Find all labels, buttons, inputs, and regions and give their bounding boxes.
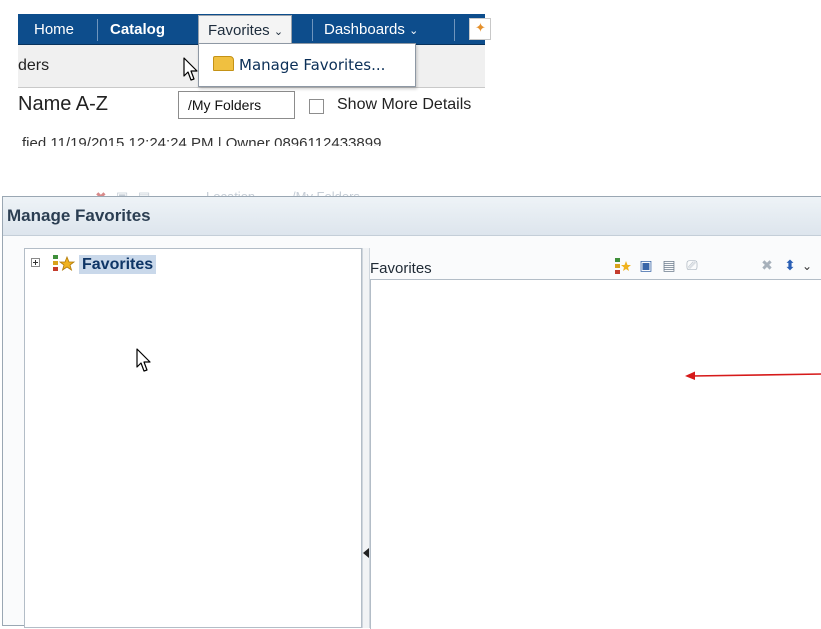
dialog-title: Manage Favorites	[7, 206, 151, 225]
nav-separator	[97, 19, 98, 41]
folder-icon	[213, 56, 234, 71]
mouse-pointer-icon	[136, 348, 151, 372]
top-nav-bar: Home Catalog Favorites ⌄ Dashboards ⌄ ✦	[18, 14, 491, 45]
dialog-title-bar: Manage Favorites	[3, 197, 821, 236]
copy-icon[interactable]: ▣	[637, 257, 655, 275]
annotation-arrow	[685, 371, 821, 380]
tree-root-favorites[interactable]: Favorites	[79, 255, 157, 274]
manage-favorites-label: Manage Favorites...	[239, 56, 386, 74]
rename-icon[interactable]: ⎚	[683, 257, 701, 275]
folders-label: ders	[18, 57, 50, 74]
sort-icon[interactable]: ⬍	[781, 257, 799, 275]
manage-favorites-menu-item[interactable]: Manage Favorites...	[213, 53, 385, 77]
show-more-details-checkbox[interactable]	[309, 99, 324, 114]
sort-select[interactable]: Name A-Z	[18, 93, 108, 116]
pane-splitter[interactable]	[362, 248, 370, 628]
modified-info-row: fied 11/19/2015 12:24:24 PM | Owner 0896…	[18, 133, 485, 146]
nav-favorites-label: Favorites	[208, 22, 270, 39]
modified-text: fied 11/19/2015 12:24:24 PM | Owner 0896…	[22, 135, 382, 146]
nav-catalog[interactable]: Catalog	[110, 14, 165, 44]
nav-favorites-menu[interactable]: Favorites ⌄	[198, 15, 292, 44]
favorites-panel-title: Favorites	[370, 260, 432, 277]
nav-separator	[312, 19, 313, 41]
favorites-folder-icon	[53, 255, 76, 271]
show-more-details-label[interactable]: Show More Details	[337, 96, 485, 114]
expand-icon[interactable]	[31, 258, 40, 267]
nav-separator	[454, 19, 455, 41]
chevron-down-icon[interactable]: ⌄	[800, 257, 814, 275]
favorites-list-pane[interactable]	[370, 279, 821, 629]
favorites-tree-pane[interactable]	[24, 248, 362, 628]
chevron-down-icon: ⌄	[273, 26, 284, 38]
mouse-pointer-icon	[183, 57, 198, 81]
nav-home[interactable]: Home	[34, 14, 74, 44]
paste-icon[interactable]: ▤	[660, 257, 678, 275]
collapse-left-icon[interactable]	[363, 548, 369, 558]
path-tooltip: /My Folders	[178, 91, 295, 119]
new-menu-icon[interactable]: ✦	[469, 18, 491, 40]
new-category-icon[interactable]	[614, 257, 632, 275]
chevron-down-icon: ⌄	[409, 25, 419, 37]
nav-dashboards-label: Dashboards	[324, 21, 405, 38]
favorites-dropdown: Manage Favorites...	[198, 43, 416, 87]
delete-icon[interactable]: ✖	[758, 257, 776, 275]
nav-dashboards-menu[interactable]: Dashboards ⌄	[324, 14, 418, 44]
